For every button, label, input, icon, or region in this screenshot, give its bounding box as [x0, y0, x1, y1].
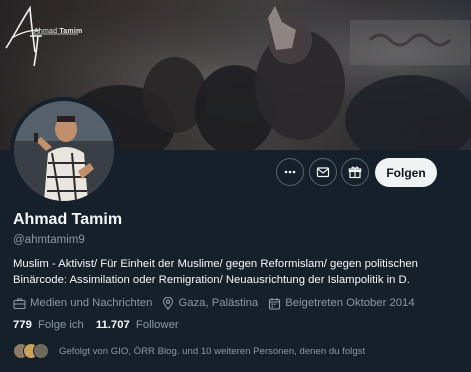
profile-header: Ahmad Tamim Folgen Ahmad Tamim @ahmtamim…	[0, 0, 471, 372]
display-name: Ahmad Tamim	[13, 211, 123, 228]
followers-count: 11.707	[95, 319, 130, 331]
follower-avatar	[33, 343, 49, 359]
meta-category: Medien und Nachrichten	[13, 297, 152, 310]
follow-button[interactable]: Folgen	[375, 158, 437, 187]
envelope-icon	[316, 167, 330, 178]
logo-word-second: Tamim	[59, 28, 83, 35]
meta-location: Gaza, Palästina	[162, 296, 259, 310]
user-handle: @ahmtamim9	[13, 234, 85, 246]
following-link[interactable]: 779 Folge ich	[13, 319, 84, 331]
followers-label: Follower	[135, 319, 179, 331]
logo-word-first: Ahmad	[34, 28, 58, 35]
calendar-icon	[269, 297, 281, 310]
followers-link[interactable]: 11.707 Follower	[96, 319, 179, 331]
subscribe-button[interactable]	[341, 158, 369, 186]
follow-counts: 779 Folge ich 11.707 Follower	[13, 319, 191, 331]
profile-meta: Medien und Nachrichten Gaza, Palästina B…	[13, 295, 425, 311]
following-label: Folge ich	[38, 319, 84, 331]
profile-avatar[interactable]	[10, 97, 118, 205]
meta-category-text: Medien und Nachrichten	[30, 297, 153, 309]
more-button[interactable]	[276, 158, 304, 186]
avatar-image	[14, 101, 114, 201]
following-count: 779	[13, 319, 32, 331]
meta-joined-text: Beigetreten Oktober 2014	[285, 297, 415, 309]
banner-logo-text: Ahmad Tamim	[34, 28, 82, 35]
message-button[interactable]	[309, 158, 337, 186]
followed-by-text: Gefolgt von GIO, ÖRR Blog. und 10 weiter…	[59, 345, 366, 357]
meta-joined: Beigetreten Oktober 2014	[268, 297, 415, 310]
briefcase-icon	[13, 297, 26, 309]
banner-logo	[5, 5, 78, 67]
gift-icon	[348, 166, 362, 179]
location-pin-icon	[163, 296, 174, 310]
followed-by-link[interactable]: Gefolgt von GIO, ÖRR Blog. und 10 weiter…	[13, 342, 365, 360]
more-horizontal-icon	[284, 170, 296, 174]
meta-location-text: Gaza, Palästina	[178, 297, 259, 309]
profile-bio: Muslim - Aktivist/ Für Einheit der Musli…	[13, 258, 418, 286]
